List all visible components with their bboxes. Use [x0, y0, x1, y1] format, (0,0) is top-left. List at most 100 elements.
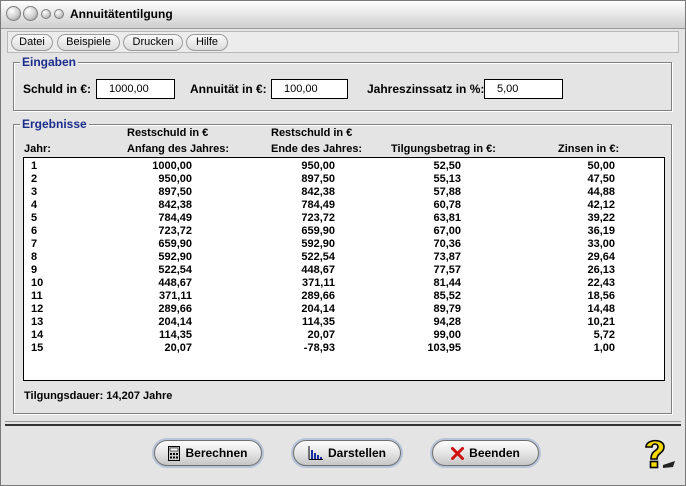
cell-year: 7: [31, 238, 38, 250]
cell-tilgung: 67,00: [433, 225, 461, 237]
cell-end-balance: -78,93: [303, 342, 335, 354]
menu-beispiele[interactable]: Beispiele: [57, 34, 120, 51]
table-row: 4 842,38 784,49 60,78 42,12: [24, 199, 664, 212]
cell-start-balance: 592,90: [158, 251, 192, 263]
cell-zinsen: 26,13: [587, 264, 615, 276]
window-option-button[interactable]: [41, 9, 51, 19]
cell-tilgung: 57,88: [433, 186, 461, 198]
cell-zinsen: 50,00: [587, 160, 615, 172]
cell-start-balance: 842,38: [158, 199, 192, 211]
cell-end-balance: 950,00: [301, 160, 335, 172]
tilgungsdauer-text: Tilgungsdauer: 14,207 Jahre: [24, 390, 173, 402]
annuitaet-label: Annuität in €:: [190, 82, 267, 96]
cell-end-balance: 204,14: [301, 303, 335, 315]
cell-start-balance: 204,14: [158, 316, 192, 328]
results-list[interactable]: 1 1000,00 950,00 52,50 50,00 2 950,00 897,50 55,…: [23, 157, 665, 381]
header-year: Jahr:: [24, 143, 51, 155]
cell-zinsen: 33,00: [587, 238, 615, 250]
cell-start-balance: 522,54: [158, 264, 192, 276]
cell-tilgung: 103,95: [427, 342, 461, 354]
table-row: 13 204,14 114,35 94,28 10,21: [24, 316, 664, 329]
cell-zinsen: 36,19: [587, 225, 615, 237]
cell-end-balance: 371,11: [301, 277, 335, 289]
cell-end-balance: 897,50: [301, 173, 335, 185]
cell-zinsen: 10,21: [587, 316, 615, 328]
cell-zinsen: 44,88: [587, 186, 615, 198]
menu-bar: Datei Beispiele Drucken Hilfe: [7, 31, 679, 53]
header-start-line1: Restschuld in €: [127, 127, 209, 139]
beenden-label: Beenden: [469, 446, 520, 460]
darstellen-button[interactable]: Darstellen: [293, 440, 401, 466]
header-zinsen: Zinsen in €:: [558, 143, 620, 155]
results-group-title: Ergebnisse: [20, 117, 89, 131]
cell-end-balance: 522,54: [301, 251, 335, 263]
cell-zinsen: 5,72: [593, 329, 615, 341]
cell-start-balance: 289,66: [158, 303, 192, 315]
schuld-input[interactable]: [96, 79, 175, 99]
cell-year: 11: [31, 290, 43, 302]
cell-start-balance: 448,67: [158, 277, 192, 289]
cell-tilgung: 81,44: [433, 277, 461, 289]
cell-end-balance: 659,90: [301, 225, 335, 237]
cell-zinsen: 47,50: [587, 173, 615, 185]
separator-dark: [5, 421, 681, 422]
schuld-label: Schuld in €:: [23, 82, 92, 96]
title-bar[interactable]: Annuitätentilgung: [1, 1, 685, 29]
cell-start-balance: 20,07: [164, 342, 192, 354]
menu-datei[interactable]: Datei: [11, 34, 53, 51]
menu-hilfe[interactable]: Hilfe: [186, 34, 228, 51]
cell-zinsen: 29,64: [587, 251, 615, 263]
cell-zinsen: 42,12: [587, 199, 615, 211]
cell-end-balance: 289,66: [301, 290, 335, 302]
cell-tilgung: 85,52: [433, 290, 461, 302]
close-window-button[interactable]: [6, 6, 21, 21]
window-title: Annuitätentilgung: [70, 7, 173, 21]
cell-tilgung: 94,28: [433, 316, 461, 328]
cell-year: 13: [31, 316, 44, 328]
cell-year: 2: [31, 173, 38, 185]
table-row: 15 20,07 -78,93 103,95 1,00: [24, 342, 664, 355]
cell-zinsen: 14,48: [587, 303, 615, 315]
cell-year: 14: [31, 329, 44, 341]
beenden-button[interactable]: Beenden: [432, 440, 539, 466]
table-row: 2 950,00 897,50 55,13 47,50: [24, 173, 664, 186]
darstellen-label: Darstellen: [327, 446, 387, 460]
zinssatz-input[interactable]: [484, 79, 563, 99]
table-row: 8 592,90 522,54 73,87 29,64: [24, 251, 664, 264]
cell-year: 1: [31, 160, 38, 172]
table-row: 5 784,49 723,72 63,81 39,22: [24, 212, 664, 225]
cell-year: 3: [31, 186, 38, 198]
cell-zinsen: 39,22: [587, 212, 615, 224]
cell-tilgung: 55,13: [433, 173, 461, 185]
cell-year: 5: [31, 212, 38, 224]
cell-year: 8: [31, 251, 38, 263]
berechnen-label: Berechnen: [185, 446, 248, 460]
annuitaet-input[interactable]: [271, 79, 348, 99]
menu-drucken[interactable]: Drucken: [123, 34, 183, 51]
cell-tilgung: 99,00: [433, 329, 461, 341]
inputs-group-title: Eingaben: [20, 55, 79, 69]
zinssatz-label: Jahreszinssatz in %:: [367, 82, 485, 96]
minimize-window-button[interactable]: [23, 6, 38, 21]
help-button[interactable]: [641, 437, 677, 471]
berechnen-button[interactable]: Berechnen: [154, 440, 262, 466]
cell-year: 12: [31, 303, 44, 315]
cell-start-balance: 659,90: [158, 238, 192, 250]
separator-bold: [5, 424, 681, 426]
cell-zinsen: 1,00: [593, 342, 615, 354]
cell-end-balance: 20,07: [307, 329, 335, 341]
cell-start-balance: 897,50: [158, 186, 192, 198]
cell-year: 10: [31, 277, 44, 289]
table-row: 9 522,54 448,67 77,57 26,13: [24, 264, 664, 277]
cell-start-balance: 723,72: [158, 225, 192, 237]
header-end-line2: Ende des Jahres:: [271, 143, 363, 155]
header-tilgung: Tilgungsbetrag in €:: [391, 143, 496, 155]
table-row: 7 659,90 592,90 70,36 33,00: [24, 238, 664, 251]
cell-zinsen: 18,56: [587, 290, 615, 302]
cell-tilgung: 52,50: [433, 160, 461, 172]
table-row: 11 371,11 289,66 85,52 18,56: [24, 290, 664, 303]
window-app-icon: [54, 9, 64, 19]
cell-tilgung: 63,81: [433, 212, 461, 224]
cell-tilgung: 70,36: [433, 238, 461, 250]
cell-start-balance: 371,11: [158, 290, 192, 302]
